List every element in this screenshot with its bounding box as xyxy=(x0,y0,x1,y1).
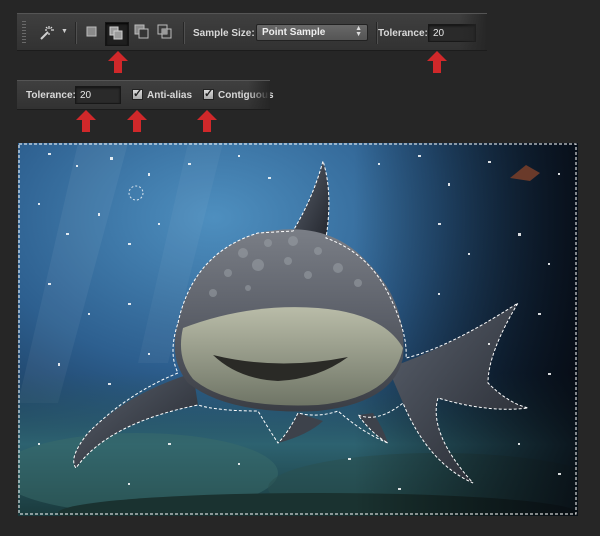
anti-alias-checkbox[interactable]: ✓ xyxy=(132,88,143,100)
annotation-arrow xyxy=(76,110,96,132)
tolerance-label: Tolerance: xyxy=(26,90,76,101)
tolerance-input[interactable]: 20 xyxy=(75,86,121,104)
intersect-with-selection-icon[interactable] xyxy=(157,24,173,40)
separator xyxy=(183,22,184,44)
annotation-arrow xyxy=(427,51,447,73)
add-to-selection-icon[interactable] xyxy=(105,22,129,46)
checkmark-icon: ✓ xyxy=(133,88,143,100)
tool-options-bar-detail: Tolerance: 20 ✓ Anti-alias ✓ Contiguous xyxy=(17,80,274,110)
separator xyxy=(376,22,377,44)
magic-wand-icon[interactable] xyxy=(37,24,54,40)
checkmark-icon: ✓ xyxy=(204,88,214,100)
annotation-arrow xyxy=(197,110,217,132)
tolerance-label: Tolerance: xyxy=(378,28,428,39)
sample-size-label: Sample Size: xyxy=(193,28,255,39)
select-arrows-icon: ▲ ▼ xyxy=(355,25,362,38)
bar-grip[interactable] xyxy=(22,21,26,43)
anti-alias-label: Anti-alias xyxy=(147,90,193,101)
tool-options-bar: ▼ Sample Size: Point Sample ▲ ▼ Tolerance… xyxy=(17,13,487,51)
new-selection-icon[interactable] xyxy=(85,25,101,41)
shark-photo xyxy=(18,143,578,516)
shark-photo-canvas[interactable] xyxy=(18,143,578,516)
separator xyxy=(75,22,76,44)
tool-preset-dropdown-icon[interactable]: ▼ xyxy=(61,28,68,35)
subtract-from-selection-icon[interactable] xyxy=(134,24,150,40)
sample-size-select[interactable]: Point Sample ▲ ▼ xyxy=(256,24,368,41)
sample-size-value: Point Sample xyxy=(262,27,326,38)
bar-fade xyxy=(459,14,487,50)
contiguous-checkbox[interactable]: ✓ xyxy=(203,88,214,100)
annotation-arrow xyxy=(127,110,147,132)
bar-fade xyxy=(248,81,270,109)
annotation-arrow xyxy=(108,51,128,73)
